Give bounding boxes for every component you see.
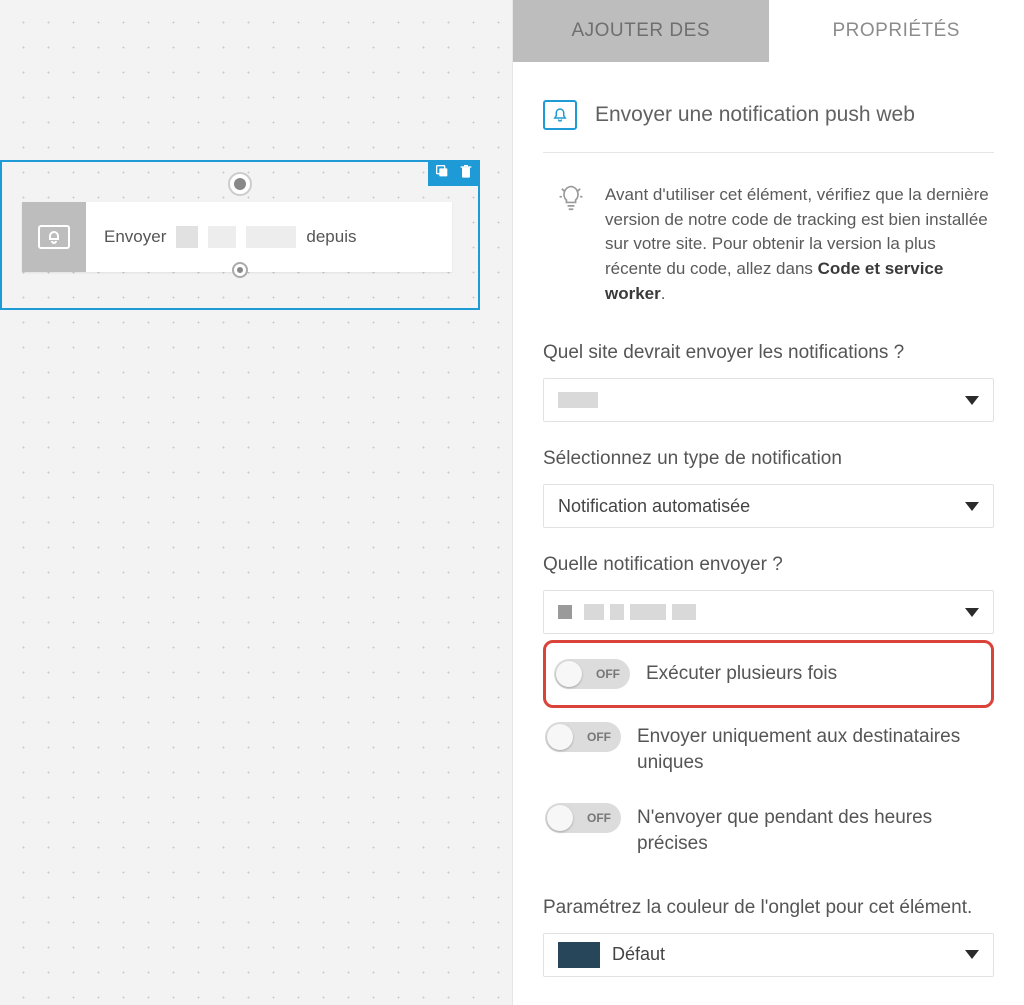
color-swatch <box>558 942 600 968</box>
redacted-text <box>176 226 198 248</box>
redacted-text <box>208 226 236 248</box>
select-color[interactable]: Défaut <box>543 933 994 977</box>
field-label-color: Paramétrez la couleur de l'onglet pour c… <box>543 897 994 919</box>
section-title: Envoyer une notification push web <box>595 103 915 127</box>
toggle-row-unique: OFF Envoyer uniquement aux destinataires… <box>543 708 994 789</box>
toggle-unique-recipients[interactable]: OFF <box>545 722 621 752</box>
node-text-after: depuis <box>306 227 356 247</box>
field-type: Sélectionnez un type de notification Not… <box>543 448 994 528</box>
toggle-knob <box>547 724 573 750</box>
select-site[interactable] <box>543 378 994 422</box>
field-which: Quelle notification envoyer ? <box>543 554 994 634</box>
dot-grid <box>0 0 512 1005</box>
toggle-row-run-multiple: OFF Exécuter plusieurs fois <box>543 640 994 708</box>
tab-add[interactable]: AJOUTER DES <box>513 0 769 62</box>
connector-bottom[interactable] <box>232 262 248 278</box>
workflow-node-selected[interactable]: Envoyer depuis <box>0 160 480 310</box>
toggle-knob <box>556 661 582 687</box>
duplicate-icon[interactable] <box>434 163 450 184</box>
toggle-knob <box>547 805 573 831</box>
chevron-down-icon <box>965 502 979 511</box>
hint-text: Avant d'utiliser cet élément, vérifiez q… <box>605 183 994 306</box>
color-value-label: Défaut <box>612 944 665 965</box>
redacted-value <box>558 604 696 620</box>
workflow-canvas[interactable]: Envoyer depuis <box>0 0 512 1005</box>
chevron-down-icon <box>965 396 979 405</box>
color-value-wrapper: Défaut <box>558 942 665 968</box>
toggle-specific-hours[interactable]: OFF <box>545 803 621 833</box>
redacted-value <box>558 392 598 408</box>
toggle-state: OFF <box>587 803 611 833</box>
select-which[interactable] <box>543 590 994 634</box>
toggle-run-multiple[interactable]: OFF <box>554 659 630 689</box>
panel-tabs: AJOUTER DES PROPRIÉTÉS <box>513 0 1024 62</box>
toggle-label: Envoyer uniquement aux destinataires uni… <box>637 722 992 775</box>
connector-top[interactable] <box>228 172 252 196</box>
field-label-site: Quel site devrait envoyer les notificati… <box>543 342 994 364</box>
push-notification-icon <box>22 202 86 272</box>
toggle-state: OFF <box>596 659 620 689</box>
tab-properties[interactable]: PROPRIÉTÉS <box>769 0 1024 62</box>
push-notification-icon <box>543 100 577 130</box>
field-color: Paramétrez la couleur de l'onglet pour c… <box>543 897 994 977</box>
toggle-label: N'envoyer que pendant des heures précise… <box>637 803 992 856</box>
hint-row: Avant d'utiliser cet élément, vérifiez q… <box>543 153 994 316</box>
select-type-value: Notification automatisée <box>558 496 750 517</box>
select-type[interactable]: Notification automatisée <box>543 484 994 528</box>
node-action-bar <box>428 160 480 186</box>
toggle-label: Exécuter plusieurs fois <box>646 659 837 687</box>
field-label-which: Quelle notification envoyer ? <box>543 554 994 576</box>
lightbulb-icon <box>557 183 585 306</box>
panel-body: Envoyer une notification push web Avant … <box>513 62 1024 1005</box>
field-site: Quel site devrait envoyer les notificati… <box>543 342 994 422</box>
toggle-state: OFF <box>587 722 611 752</box>
properties-panel: AJOUTER DES PROPRIÉTÉS Envoyer une notif… <box>512 0 1024 1005</box>
field-label-type: Sélectionnez un type de notification <box>543 448 994 470</box>
chevron-down-icon <box>965 608 979 617</box>
chevron-down-icon <box>965 950 979 959</box>
redacted-text <box>246 226 296 248</box>
delete-icon[interactable] <box>458 163 474 184</box>
section-header: Envoyer une notification push web <box>543 100 994 153</box>
toggle-row-hours: OFF N'envoyer que pendant des heures pré… <box>543 789 994 870</box>
node-text-before: Envoyer <box>104 227 166 247</box>
node-card-body: Envoyer depuis <box>86 226 452 248</box>
